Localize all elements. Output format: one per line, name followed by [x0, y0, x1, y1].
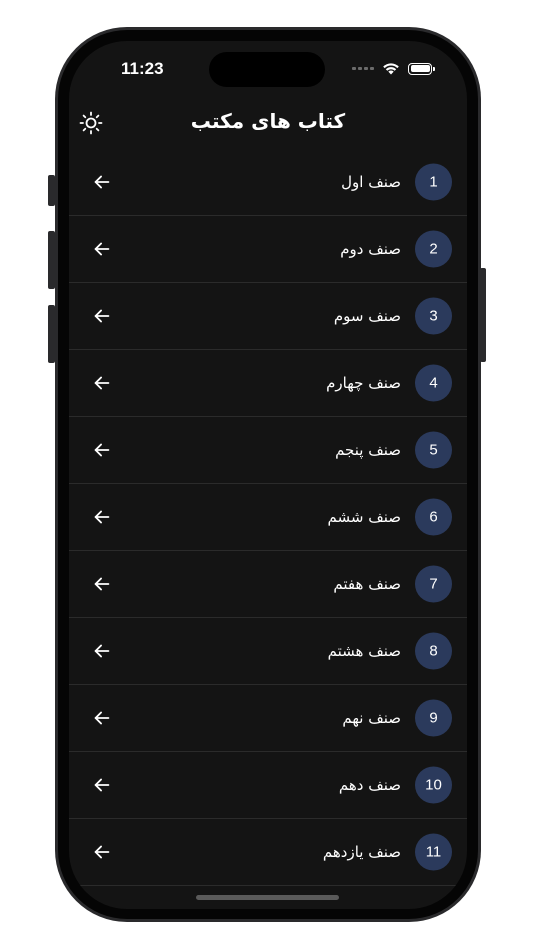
grade-label: صنف ششم: [327, 508, 402, 526]
grade-number-badge: 11: [415, 833, 452, 871]
grade-number-badge: 2: [415, 230, 452, 268]
arrow-left-icon: [94, 577, 110, 591]
grade-number-badge: 4: [415, 364, 452, 402]
grade-number-badge: 10: [415, 766, 452, 804]
battery-icon: [408, 62, 435, 75]
grade-row-2[interactable]: صنف دوم 2: [69, 216, 467, 283]
grade-row-3[interactable]: صنف سوم 3: [69, 283, 467, 350]
grade-row-6[interactable]: صنف ششم 6: [69, 484, 467, 551]
status-time: 11:23: [121, 59, 164, 78]
arrow-left-icon: [94, 242, 110, 256]
grade-label: صنف دهم: [338, 776, 401, 794]
grade-label: صنف نهم: [342, 709, 401, 727]
grade-row-4[interactable]: صنف چهارم 4: [69, 350, 467, 417]
app-header: کتاب های مکتب: [69, 101, 467, 145]
arrow-left-icon: [94, 443, 110, 457]
arrow-left-icon: [94, 711, 110, 725]
grade-row-7[interactable]: صنف هفتم 7: [69, 551, 467, 618]
cellular-signal-icon: [352, 67, 374, 70]
grade-number-badge: 8: [415, 632, 452, 670]
arrow-left-icon: [94, 510, 110, 524]
arrow-left-icon: [94, 376, 110, 390]
page-title: کتاب های مکتب: [190, 109, 346, 133]
wifi-icon: [383, 63, 399, 75]
grade-row-10[interactable]: صنف دهم 10: [69, 752, 467, 819]
arrow-left-icon: [94, 644, 110, 658]
volume-down-button: [48, 305, 55, 363]
grade-number-badge: 3: [415, 297, 452, 335]
arrow-left-icon: [94, 845, 110, 859]
grade-label: صنف اول: [341, 173, 401, 191]
grade-number-badge: 1: [415, 163, 452, 201]
grade-number-badge: 7: [415, 565, 452, 603]
app-screen: 11:23 کتاب های مکتب صنف اول 1 صنف دوم 2 …: [69, 41, 467, 909]
dynamic-island: [209, 52, 325, 87]
grade-label: صنف دوم: [340, 240, 401, 258]
grade-number-badge: 5: [415, 431, 452, 469]
grade-row-8[interactable]: صنف هشتم 8: [69, 618, 467, 685]
grade-row-5[interactable]: صنف پنجم 5: [69, 417, 467, 484]
grade-list: صنف اول 1 صنف دوم 2 صنف سوم 3 صنف چهارم …: [69, 149, 467, 886]
arrow-left-icon: [94, 778, 110, 792]
grade-label: صنف پنجم: [335, 441, 401, 459]
home-indicator[interactable]: [196, 895, 339, 900]
action-button: [48, 175, 55, 206]
grade-number-badge: 6: [415, 498, 452, 536]
arrow-left-icon: [94, 175, 110, 189]
grade-label: صنف هفتم: [333, 575, 401, 593]
status-icons: [352, 62, 435, 75]
power-button: [480, 268, 486, 362]
grade-row-1[interactable]: صنف اول 1: [69, 149, 467, 216]
grade-number-badge: 9: [415, 699, 452, 737]
grade-label: صنف سوم: [333, 307, 401, 325]
grade-label: صنف هشتم: [327, 642, 401, 660]
grade-row-9[interactable]: صنف نهم 9: [69, 685, 467, 752]
grade-row-11[interactable]: صنف یازدهم 11: [69, 819, 467, 886]
grade-label: صنف چهارم: [326, 374, 401, 392]
arrow-left-icon: [94, 309, 110, 323]
grade-label: صنف یازدهم: [322, 843, 401, 861]
volume-up-button: [48, 231, 55, 289]
